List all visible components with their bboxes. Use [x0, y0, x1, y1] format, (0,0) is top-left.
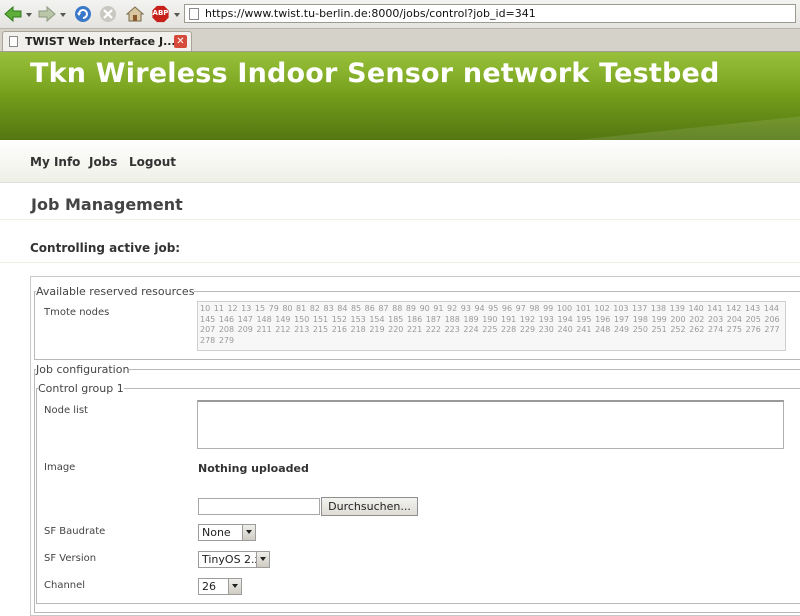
node-list-label: Node list	[44, 405, 88, 416]
back-history-dropdown-icon[interactable]	[24, 4, 34, 24]
sf-baudrate-label: SF Baudrate	[44, 526, 106, 537]
site-banner: Tkn Wireless Indoor Sensor network Testb…	[0, 52, 800, 140]
forward-arrow-icon[interactable]	[37, 4, 57, 24]
node-list-textarea[interactable]	[197, 400, 784, 449]
sf-version-select[interactable]: TinyOS 2.x	[198, 551, 270, 568]
browse-button[interactable]: Durchsuchen...	[321, 497, 418, 516]
banner-streak	[40, 91, 800, 140]
job-config-legend: Job configuration	[36, 363, 130, 376]
browser-toolbar: ABP https://www.twist.tu-berlin.de:8000/…	[0, 0, 800, 29]
page-icon	[189, 8, 199, 20]
url-text[interactable]: https://www.twist.tu-berlin.de:8000/jobs…	[205, 7, 536, 20]
site-title: Tkn Wireless Indoor Sensor network Testb…	[30, 58, 720, 89]
tab-twist-web-interface[interactable]: TWIST Web Interface J... ✕	[2, 31, 192, 51]
sf-baudrate-value: None	[202, 526, 231, 539]
forward-history-dropdown-icon[interactable]	[58, 4, 68, 24]
divider	[0, 262, 800, 263]
sf-baudrate-select[interactable]: None	[198, 524, 256, 541]
tmote-nodes-label: Tmote nodes	[44, 307, 110, 318]
image-status: Nothing uploaded	[198, 462, 309, 475]
divider	[0, 219, 800, 220]
channel-value: 26	[202, 580, 216, 593]
section-subtitle: Controlling active job:	[30, 241, 181, 255]
home-icon[interactable]	[125, 4, 145, 24]
reload-icon[interactable]	[73, 4, 93, 24]
tab-title: TWIST Web Interface J...	[25, 35, 176, 48]
page-title: Job Management	[31, 195, 183, 214]
tab-strip: TWIST Web Interface J... ✕	[0, 29, 800, 52]
back-arrow-icon[interactable]	[3, 4, 23, 24]
sf-version-value: TinyOS 2.x	[202, 553, 256, 566]
control-group-legend: Control group 1	[38, 382, 124, 395]
channel-select[interactable]: 26	[198, 578, 242, 595]
chevron-down-icon	[256, 552, 269, 567]
tmote-nodes-list: 10 11 12 13 15 79 80 81 82 83 84 85 86 8…	[197, 301, 786, 351]
page-icon	[9, 36, 18, 47]
channel-label: Channel	[44, 580, 86, 591]
nav-my-info[interactable]: My Info	[30, 155, 80, 169]
main-nav: My Info Jobs Logout	[0, 140, 800, 183]
image-label: Image	[44, 462, 76, 473]
stop-icon[interactable]	[98, 4, 118, 24]
image-file-input[interactable]	[198, 498, 320, 515]
url-bar[interactable]: https://www.twist.tu-berlin.de:8000/jobs…	[184, 4, 796, 23]
resources-legend: Available reserved resources	[36, 285, 195, 298]
adblock-icon[interactable]: ABP	[151, 5, 170, 23]
close-tab-icon[interactable]: ✕	[174, 35, 187, 48]
chevron-down-icon	[228, 579, 241, 594]
nav-jobs[interactable]: Jobs	[89, 155, 117, 169]
nav-logout[interactable]: Logout	[129, 155, 176, 169]
chevron-down-icon	[242, 525, 255, 540]
adblock-dropdown-icon[interactable]	[172, 4, 182, 24]
sf-version-label: SF Version	[44, 553, 97, 564]
